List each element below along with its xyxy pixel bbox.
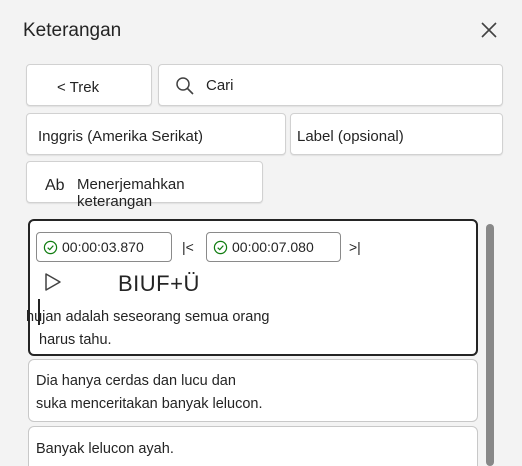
back-to-tracks-button[interactable]: < Trek bbox=[26, 64, 152, 106]
caption-list[interactable]: 00:00:03.870 |< 00:00:07.080 >| BIUF+Ü h… bbox=[26, 216, 482, 466]
start-time: 00:00:03.870 bbox=[62, 239, 144, 255]
caption-item-active[interactable]: 00:00:03.870 |< 00:00:07.080 >| BIUF+Ü h… bbox=[26, 219, 478, 356]
caption-text-line[interactable]: hujan adalah seseorang semua orang bbox=[26, 309, 269, 325]
caption-text-line[interactable]: harus tahu. bbox=[39, 332, 112, 348]
format-toolbar[interactable]: BIUF+Ü bbox=[118, 271, 200, 297]
scrollbar[interactable] bbox=[486, 224, 494, 466]
caption-text-line: Dia hanya cerdas dan lucu dan bbox=[36, 373, 236, 389]
label-placeholder: Label (opsional) bbox=[297, 128, 404, 145]
caption-item[interactable]: Banyak lelucon ayah. bbox=[28, 426, 478, 466]
end-time: 00:00:07.080 bbox=[232, 239, 314, 255]
end-time-field[interactable]: 00:00:07.080 bbox=[206, 232, 341, 262]
label-input[interactable]: Label (opsional) bbox=[290, 113, 503, 155]
search-input[interactable]: Cari bbox=[158, 64, 503, 106]
captions-panel: Keterangan < Trek Cari Inggris (Amerika … bbox=[0, 0, 522, 466]
translate-icon: Ab bbox=[45, 177, 65, 194]
translate-label: Menerjemahkan keterangan bbox=[77, 176, 185, 210]
close-icon[interactable] bbox=[478, 19, 500, 41]
caption-text-line: suka menceritakan banyak lelucon. bbox=[36, 396, 263, 412]
language-dropdown[interactable]: Inggris (Amerika Serikat) bbox=[26, 113, 286, 155]
start-time-field[interactable]: 00:00:03.870 bbox=[36, 232, 172, 262]
play-icon[interactable] bbox=[44, 272, 62, 297]
caption-text-line: Banyak lelucon ayah. bbox=[36, 441, 174, 457]
search-value: Cari bbox=[206, 77, 234, 94]
check-circle-icon bbox=[213, 240, 228, 255]
translate-captions-button[interactable]: Ab Menerjemahkan keterangan bbox=[26, 161, 263, 210]
jump-next-icon[interactable]: >| bbox=[349, 239, 361, 255]
caption-item[interactable]: Dia hanya cerdas dan lucu dan suka mence… bbox=[28, 359, 478, 422]
back-button-label: < Trek bbox=[57, 79, 100, 96]
jump-previous-icon[interactable]: |< bbox=[182, 239, 194, 255]
panel-title: Keterangan bbox=[23, 20, 122, 41]
search-icon bbox=[176, 77, 194, 95]
language-value: Inggris (Amerika Serikat) bbox=[38, 128, 204, 145]
check-circle-icon bbox=[43, 240, 58, 255]
